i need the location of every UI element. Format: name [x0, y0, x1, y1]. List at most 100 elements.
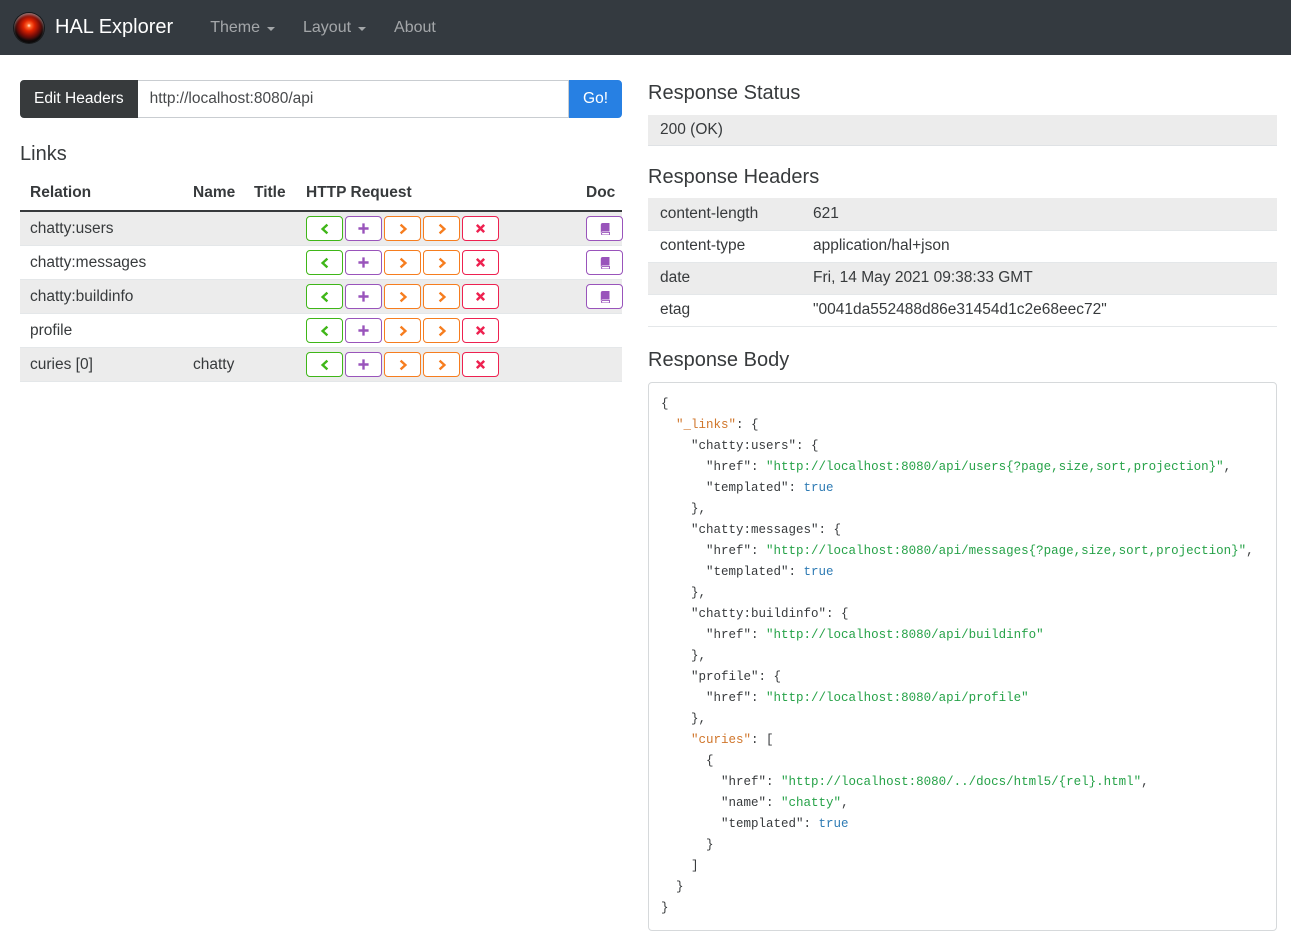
name-cell — [183, 245, 244, 280]
edit-headers-button[interactable]: Edit Headers — [20, 80, 138, 118]
doc-cell — [576, 279, 623, 314]
column-header-http-request: HTTP Request — [296, 179, 576, 212]
relation-cell: profile — [20, 313, 183, 348]
get-request-button[interactable] — [306, 352, 343, 377]
code-line: }, — [661, 501, 707, 516]
column-header-doc: Doc — [576, 179, 622, 212]
response-body-code: { "_links": { "chatty:users": { "href": … — [648, 381, 1277, 931]
code-line: { — [661, 753, 714, 768]
post-request-button[interactable] — [345, 284, 382, 309]
links-section-title: Links — [20, 143, 67, 165]
put-request-button[interactable] — [384, 318, 421, 343]
column-header-title: Title — [244, 179, 296, 212]
header-name-cell: etag — [648, 294, 801, 327]
code-line: "profile": { — [691, 669, 782, 684]
nav-item-about[interactable]: About — [380, 19, 450, 37]
column-header-relation: Relation — [20, 179, 183, 212]
http-request-cell — [296, 313, 576, 348]
title-cell — [244, 245, 296, 280]
get-request-button[interactable] — [306, 250, 343, 275]
relation-cell: curies [0] — [20, 347, 183, 382]
response-headers-table-body: content-length 621 content-type application… — [648, 198, 1277, 327]
code-line: "_links": { — [676, 417, 759, 432]
nav-menu: Theme Layout About — [196, 19, 450, 37]
nav-item-label: Theme — [210, 18, 260, 36]
code-line: "chatty:users": { — [691, 438, 819, 453]
doc-cell — [576, 210, 623, 246]
patch-request-button[interactable] — [423, 318, 460, 343]
get-request-button[interactable] — [306, 318, 343, 343]
response-body-title: Response Body — [648, 348, 790, 371]
patch-request-button[interactable] — [423, 284, 460, 309]
doc-cell — [576, 347, 622, 382]
post-request-button[interactable] — [345, 352, 382, 377]
post-request-button[interactable] — [345, 250, 382, 275]
put-request-button[interactable] — [384, 284, 421, 309]
response-status-value: 200 (OK) — [648, 115, 1277, 146]
request-panel: Edit Headers Go! Links Relation Name Tit… — [20, 80, 623, 382]
relation-cell: chatty:messages — [20, 245, 183, 280]
delete-request-button[interactable] — [462, 318, 499, 343]
caret-down-icon — [358, 26, 367, 31]
put-request-button[interactable] — [384, 250, 421, 275]
brand-link[interactable]: HAL Explorer — [55, 16, 173, 39]
nav-item-theme[interactable]: Theme — [196, 19, 289, 37]
code-line: "href": "http://localhost:8080/api/messa… — [706, 543, 1254, 558]
url-input[interactable] — [137, 80, 570, 118]
main-content: Edit Headers Go! Links Relation Name Tit… — [0, 55, 1291, 931]
links-table-row: chatty:buildinfo — [20, 279, 623, 314]
header-name-cell: date — [648, 262, 801, 295]
put-request-button[interactable] — [384, 216, 421, 241]
response-header-row: etag "0041da552488d86e31454d1c2e68eec72" — [648, 294, 1277, 327]
links-table-body: chatty:users chatty:messages chatty:buildi… — [20, 210, 623, 382]
caret-down-icon — [267, 26, 275, 31]
title-cell — [244, 279, 296, 314]
doc-cell — [576, 313, 622, 348]
patch-request-button[interactable] — [423, 250, 460, 275]
name-cell — [183, 279, 244, 314]
doc-button[interactable] — [586, 284, 623, 309]
post-request-button[interactable] — [345, 318, 382, 343]
delete-request-button[interactable] — [462, 352, 499, 377]
header-value-cell: "0041da552488d86e31454d1c2e68eec72" — [801, 294, 1277, 327]
code-line: "chatty:buildinfo": { — [691, 606, 849, 621]
code-line: "href": "http://localhost:8080/api/users… — [706, 459, 1232, 474]
response-status-title: Response Status — [648, 82, 801, 104]
response-headers-title: Response Headers — [648, 166, 820, 188]
column-header-name: Name — [183, 179, 244, 212]
doc-button[interactable] — [586, 216, 623, 241]
put-request-button[interactable] — [384, 352, 421, 377]
header-name-cell: content-type — [648, 230, 801, 263]
code-line: }, — [661, 585, 707, 600]
response-header-row: content-length 621 — [648, 198, 1277, 231]
links-table-row: curies [0] chatty — [20, 347, 622, 382]
response-headers-table: content-length 621 content-type application… — [648, 198, 1277, 327]
response-header-row: content-type application/hal+json — [648, 230, 1277, 263]
nav-item-layout[interactable]: Layout — [289, 19, 380, 37]
patch-request-button[interactable] — [423, 216, 460, 241]
title-cell — [244, 347, 296, 382]
code-line: ] — [661, 858, 699, 873]
code-line: } — [661, 900, 669, 915]
delete-request-button[interactable] — [462, 216, 499, 241]
code-line: { — [661, 396, 669, 411]
delete-request-button[interactable] — [462, 284, 499, 309]
get-request-button[interactable] — [306, 216, 343, 241]
code-line: }, — [661, 648, 707, 663]
links-table: Relation Name Title HTTP Request Doc cha… — [20, 179, 623, 382]
http-request-cell — [296, 347, 576, 382]
title-cell — [244, 313, 296, 348]
go-button[interactable]: Go! — [569, 80, 622, 118]
header-value-cell: application/hal+json — [801, 230, 1277, 263]
code-line: "templated": true — [706, 564, 834, 579]
post-request-button[interactable] — [345, 216, 382, 241]
header-value-cell: 621 — [801, 198, 1277, 231]
delete-request-button[interactable] — [462, 250, 499, 275]
get-request-button[interactable] — [306, 284, 343, 309]
relation-cell: chatty:buildinfo — [20, 279, 183, 314]
http-request-cell — [296, 245, 576, 280]
code-line: "templated": true — [721, 816, 849, 831]
doc-button[interactable] — [586, 250, 623, 275]
patch-request-button[interactable] — [423, 352, 460, 377]
code-line: "href": "http://localhost:8080/api/build… — [706, 627, 1044, 642]
